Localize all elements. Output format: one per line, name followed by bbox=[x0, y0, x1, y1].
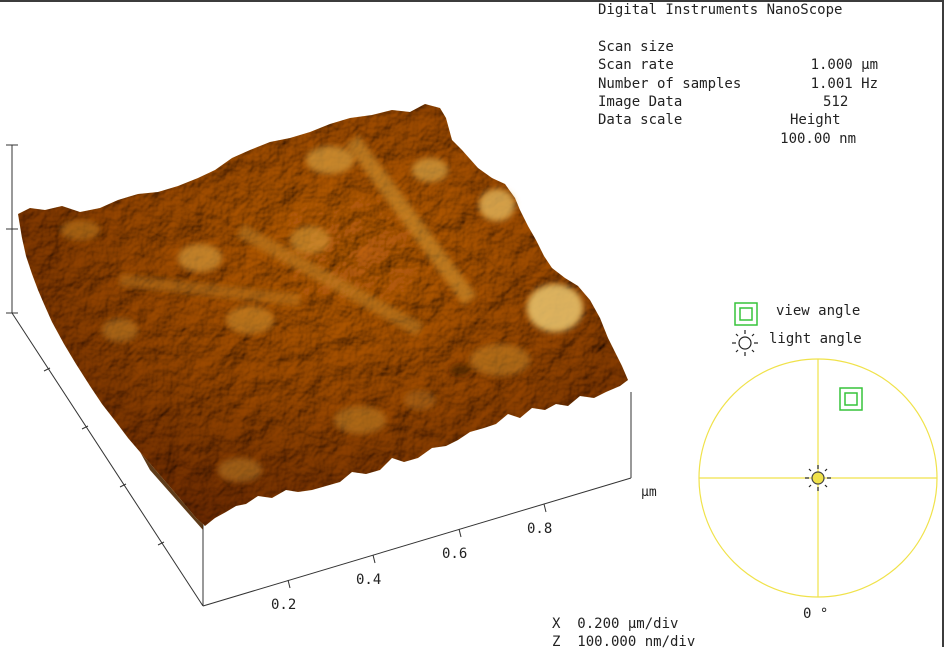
x-scale-label: X 0.200 µm/div bbox=[552, 616, 679, 632]
x-axis-ticks bbox=[287, 503, 547, 589]
view-angle-label: view angle bbox=[776, 303, 861, 319]
x-tick-label: 0.6 bbox=[442, 546, 468, 562]
x-tick-label: 0.2 bbox=[271, 597, 297, 613]
z-scale-label: Z 100.000 nm/div bbox=[552, 634, 696, 650]
light-angle-icon bbox=[732, 330, 758, 356]
x-tick-label: 0.8 bbox=[527, 521, 553, 537]
rotation-angle: 0 ° bbox=[803, 606, 829, 622]
afm-3d-surface-view[interactable] bbox=[0, 0, 944, 647]
x-tick-label: 0.4 bbox=[356, 572, 382, 588]
light-angle-label: light angle bbox=[769, 331, 862, 347]
view-angle-marker[interactable] bbox=[839, 387, 863, 411]
light-angle-marker[interactable] bbox=[805, 465, 831, 491]
axis-unit: µm bbox=[641, 485, 657, 500]
view-angle-icon bbox=[734, 302, 758, 326]
